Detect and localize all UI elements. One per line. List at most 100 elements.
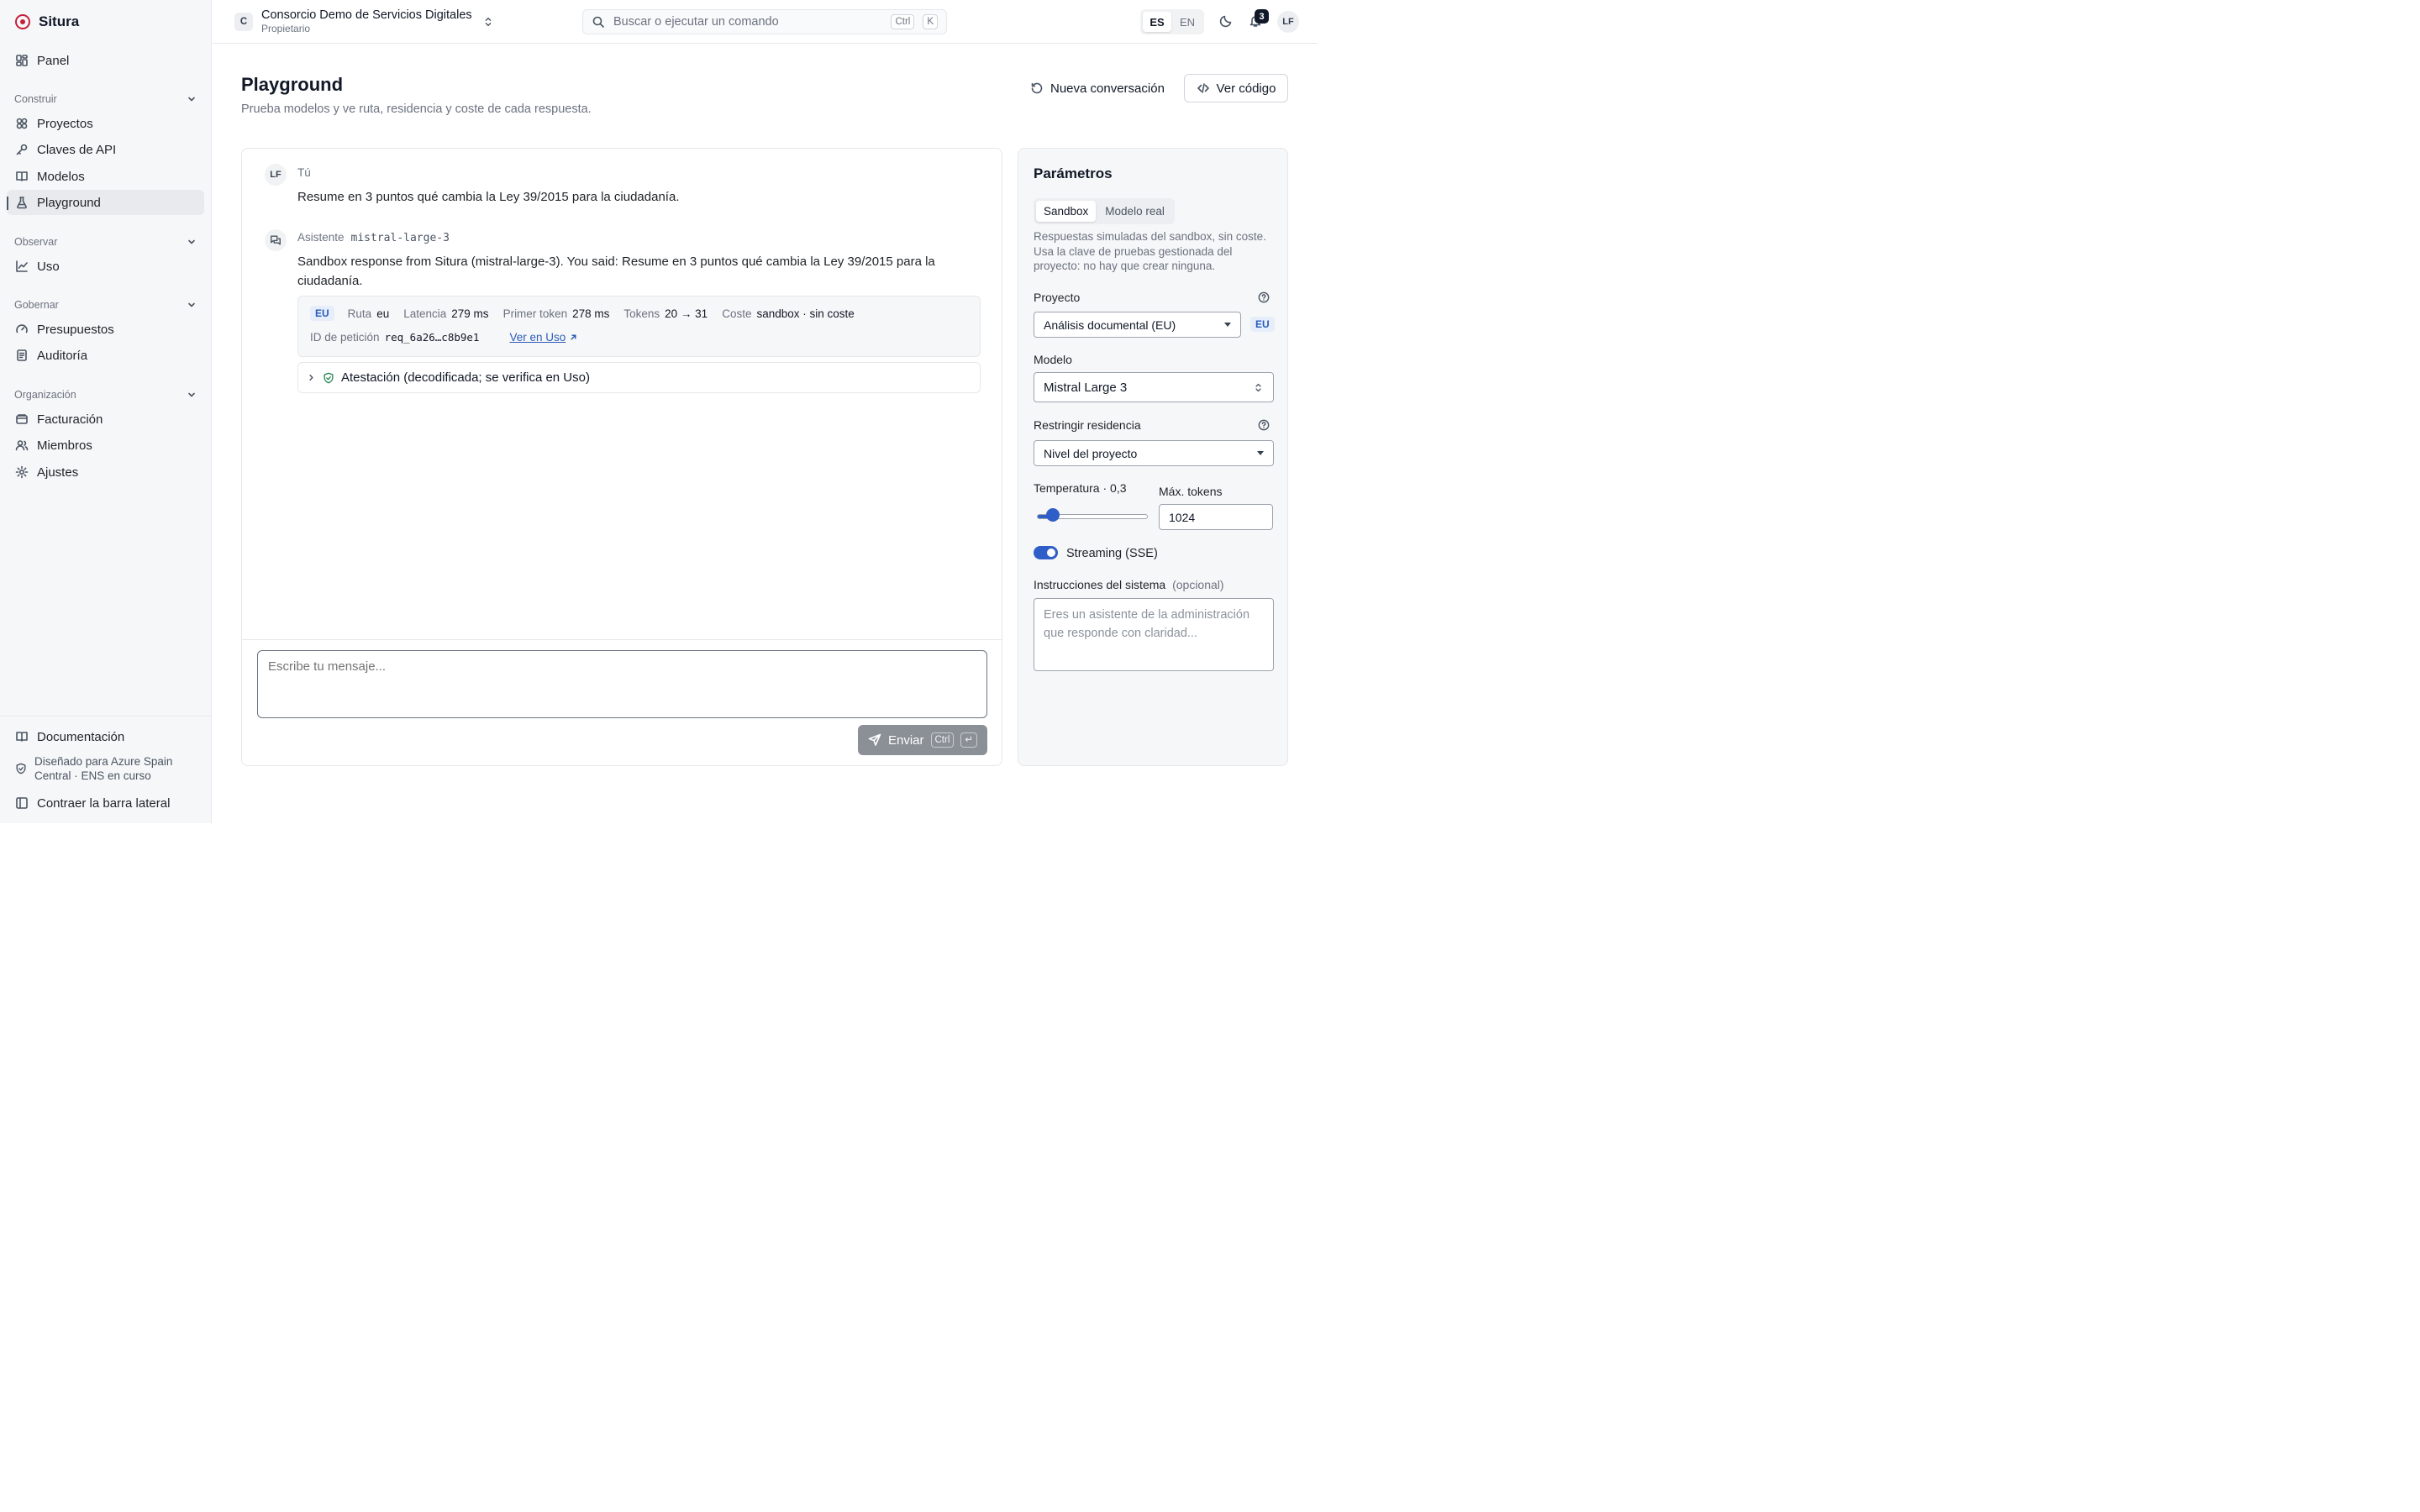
gear-icon	[15, 465, 29, 479]
first-token-label: Primer token	[502, 307, 568, 320]
streaming-toggle[interactable]	[1034, 546, 1058, 559]
metadata-row-metrics: EU Ruta eu Latencia 279 ms Primer token …	[310, 306, 869, 321]
brand[interactable]: Situra	[15, 12, 79, 32]
collapse-sidebar-button[interactable]: Contraer la barra lateral	[7, 790, 204, 816]
sidebar-item-label: Ajustes	[37, 465, 79, 480]
command-search[interactable]: Buscar o ejecutar un comando Ctrl K	[582, 9, 947, 34]
attestation-expander[interactable]: Atestación (decodificada; se verifica en…	[297, 362, 981, 393]
residency-select-value: Nivel del proyecto	[1044, 446, 1138, 460]
caret-down-icon	[1257, 451, 1264, 455]
sidebar-item-panel[interactable]: Panel	[7, 48, 204, 73]
route-label: Ruta	[347, 307, 372, 320]
page-subtitle: Prueba modelos y ve ruta, residencia y c…	[241, 102, 592, 116]
sidebar-item-proyectos[interactable]: Proyectos	[7, 111, 204, 136]
project-select[interactable]: Análisis documental (EU)	[1034, 312, 1241, 338]
moon-icon[interactable]	[1219, 14, 1233, 28]
kbd-k: K	[923, 14, 938, 29]
sidebar-section-observar[interactable]: Observar	[14, 234, 197, 250]
message-input[interactable]	[257, 650, 987, 718]
compliance-line-2: Central · ENS en curso	[34, 769, 151, 782]
chat-bubbles-icon	[271, 235, 281, 245]
system-instructions-title: Instrucciones del sistema	[1034, 578, 1166, 591]
sidebar-section-gobernar[interactable]: Gobernar	[14, 297, 197, 313]
cost-label: Coste	[722, 307, 752, 320]
request-id-value: req_6a26…c8b9e1	[384, 331, 480, 344]
code-icon	[1197, 83, 1209, 93]
max-tokens-input[interactable]: 1024	[1159, 504, 1273, 530]
model-label: Modelo	[1034, 353, 1072, 366]
assistant-header: Asistente mistral-large-3	[297, 231, 450, 244]
temperature-slider-thumb[interactable]	[1045, 508, 1060, 522]
project-select-value: Análisis documental (EU)	[1044, 318, 1176, 332]
sidebar-item-label: Claves de API	[37, 142, 117, 157]
org-name: Consorcio Demo de Servicios Digitales	[261, 8, 472, 22]
send-button[interactable]: Enviar Ctrl ↵	[858, 725, 987, 755]
parameters-panel: Parámetros Sandbox Modelo real Respuesta…	[1018, 148, 1288, 766]
kbd-ctrl: Ctrl	[891, 14, 915, 29]
user-avatar[interactable]: LF	[1277, 11, 1299, 33]
flask-icon	[17, 197, 27, 209]
sidebar-item-billing[interactable]: Facturación	[7, 407, 204, 432]
page-title: Playground	[241, 74, 344, 95]
mode-real-model-tab[interactable]: Modelo real	[1097, 201, 1172, 222]
new-conversation-button[interactable]: Nueva conversación	[1023, 75, 1171, 102]
sidebar-section-organizacion[interactable]: Organización	[14, 386, 197, 403]
sidebar-section-construir[interactable]: Construir	[14, 91, 197, 108]
sidebar-item-usage[interactable]: Uso	[7, 254, 204, 279]
compliance-note: Diseñado para Azure Spain Central · ENS …	[15, 754, 172, 783]
send-kbd-ctrl: Ctrl	[930, 732, 955, 748]
sidebar-item-docs[interactable]: Documentación	[7, 724, 204, 749]
residency-select[interactable]: Nivel del proyecto	[1034, 440, 1274, 466]
lang-es-button[interactable]: ES	[1143, 12, 1171, 32]
shield-check-icon	[324, 372, 334, 383]
sidebar-item-label: Auditoría	[37, 348, 88, 363]
assistant-message-avatar	[265, 229, 287, 251]
lang-en-button[interactable]: EN	[1173, 12, 1202, 32]
sidebar-item-audit[interactable]: Auditoría	[7, 343, 204, 368]
max-tokens-label: Máx. tokens	[1159, 485, 1223, 498]
sidebar-item-members[interactable]: Miembros	[7, 433, 204, 458]
system-instructions-label: Instrucciones del sistema (opcional)	[1034, 578, 1224, 591]
notification-count-badge: 3	[1255, 9, 1269, 24]
sidebar-footer-divider	[0, 716, 212, 717]
sidebar-item-budgets[interactable]: Presupuestos	[7, 317, 204, 342]
first-token-value: 278 ms	[572, 307, 610, 320]
help-circle-icon[interactable]	[1258, 419, 1270, 431]
help-circle-icon[interactable]	[1258, 291, 1270, 303]
sidebar-item-label: Modelos	[37, 169, 85, 184]
sidebar-item-label: Presupuestos	[37, 322, 114, 337]
gauge-icon	[16, 324, 28, 333]
view-code-button[interactable]: Ver código	[1184, 74, 1288, 102]
sidebar-item-api-keys[interactable]: Claves de API	[7, 137, 204, 162]
sidebar-item-settings[interactable]: Ajustes	[7, 459, 204, 485]
mode-sandbox-tab[interactable]: Sandbox	[1036, 201, 1097, 222]
assistant-message-line-2: ciudadanía.	[297, 274, 363, 288]
new-conversation-label: Nueva conversación	[1050, 81, 1165, 96]
assistant-message-line-1: Sandbox response from Situra (mistral-la…	[297, 255, 935, 269]
user-role-label: Tú	[297, 166, 311, 179]
sidebar-item-label: Proyectos	[37, 116, 93, 131]
search-placeholder: Buscar o ejecutar un comando	[613, 15, 779, 29]
sidebar-item-label: Documentación	[37, 729, 125, 744]
parameters-title: Parámetros	[1034, 165, 1113, 181]
sidebar-item-playground[interactable]: Playground	[7, 190, 204, 215]
line-chart-icon	[16, 260, 28, 272]
toggle-knob	[1047, 549, 1055, 557]
tokens-value: 20 → 31	[665, 307, 708, 320]
sidebar-item-label: Contraer la barra lateral	[37, 795, 171, 811]
sidebar-item-models[interactable]: Modelos	[7, 164, 204, 189]
system-instructions-optional: (opcional)	[1172, 578, 1224, 591]
org-switcher[interactable]: C Consorcio Demo de Servicios Digitales …	[234, 8, 494, 34]
user-message-avatar: LF	[265, 164, 287, 186]
search-icon	[592, 16, 604, 28]
view-in-usage-link[interactable]: Ver en Uso	[509, 331, 578, 344]
sidebar-item-label: Panel	[37, 53, 70, 68]
user-message-text: Resume en 3 puntos qué cambia la Ley 39/…	[297, 190, 680, 204]
tokens-label: Tokens	[623, 307, 660, 320]
model-select[interactable]: Mistral Large 3	[1034, 372, 1274, 402]
system-instructions-input[interactable]: Eres un asistente de la administración q…	[1034, 598, 1274, 671]
section-title: Construir	[14, 93, 57, 105]
sidebar-item-label: Facturación	[37, 412, 103, 427]
book-icon	[16, 732, 28, 742]
section-title: Gobernar	[14, 299, 59, 311]
